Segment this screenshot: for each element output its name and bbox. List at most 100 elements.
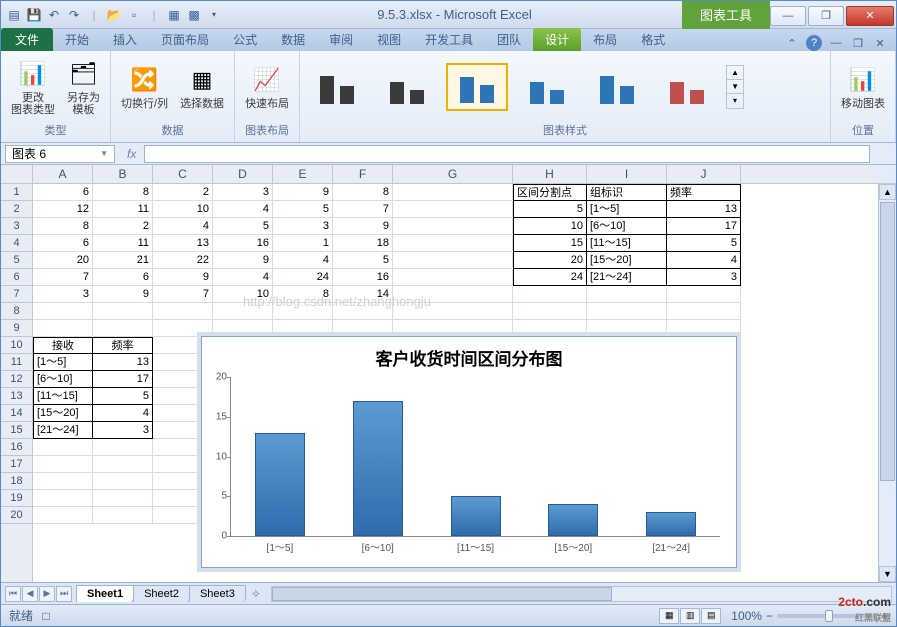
- cell-D7[interactable]: 10: [213, 286, 273, 303]
- chart-bar-2[interactable]: [451, 496, 501, 536]
- cell-A2[interactable]: 12: [33, 201, 93, 218]
- cell-H1[interactable]: 区间分割点: [513, 184, 587, 201]
- row-header-18[interactable]: 18: [1, 473, 32, 490]
- cell-B11[interactable]: 13: [93, 354, 153, 371]
- cell-B3[interactable]: 2: [93, 218, 153, 235]
- cell-E7[interactable]: 8: [273, 286, 333, 303]
- cell-E3[interactable]: 3: [273, 218, 333, 235]
- cell-C5[interactable]: 22: [153, 252, 213, 269]
- sheet-next-icon[interactable]: ▶: [39, 586, 55, 602]
- gallery-more-icon[interactable]: ▾: [727, 94, 743, 108]
- cell-I1[interactable]: 组标识: [587, 184, 667, 201]
- cell-H3[interactable]: 10: [513, 218, 587, 235]
- tab-团队[interactable]: 团队: [485, 28, 533, 51]
- cell-J6[interactable]: 3: [667, 269, 741, 286]
- cell-C7[interactable]: 7: [153, 286, 213, 303]
- sheet-tab-Sheet3[interactable]: Sheet3: [189, 585, 246, 602]
- formula-input[interactable]: [144, 145, 870, 163]
- cell-A15[interactable]: [21～24]: [33, 422, 93, 439]
- redo-icon[interactable]: ↷: [65, 6, 83, 24]
- cell-A14[interactable]: [15～20]: [33, 405, 93, 422]
- chart-bar-1[interactable]: [353, 401, 403, 536]
- cell-B13[interactable]: 5: [93, 388, 153, 405]
- cell-B12[interactable]: 17: [93, 371, 153, 388]
- cell-B14[interactable]: 4: [93, 405, 153, 422]
- doc-minimize-icon[interactable]: —: [828, 35, 844, 51]
- collapse-ribbon-icon[interactable]: ⌃: [784, 35, 800, 51]
- col-header-A[interactable]: A: [33, 165, 93, 183]
- vertical-scrollbar[interactable]: ▲ ▼: [878, 184, 896, 582]
- cell-B5[interactable]: 21: [93, 252, 153, 269]
- save-icon[interactable]: 💾: [25, 6, 43, 24]
- row-header-20[interactable]: 20: [1, 507, 32, 524]
- select-data-button[interactable]: ▦ 选择数据: [176, 62, 228, 112]
- cell-D4[interactable]: 16: [213, 235, 273, 252]
- row-header-6[interactable]: 6: [1, 269, 32, 286]
- cell-C6[interactable]: 9: [153, 269, 213, 286]
- cell-F1[interactable]: 8: [333, 184, 393, 201]
- col-header-J[interactable]: J: [667, 165, 741, 183]
- sheet-last-icon[interactable]: ⏭: [56, 586, 72, 602]
- zoom-slider-thumb[interactable]: [825, 610, 833, 622]
- col-header-C[interactable]: C: [153, 165, 213, 183]
- print-icon[interactable]: ▦: [165, 6, 183, 24]
- row-header-9[interactable]: 9: [1, 320, 32, 337]
- cell-A4[interactable]: 6: [33, 235, 93, 252]
- tab-页面布局[interactable]: 页面布局: [149, 28, 221, 51]
- cell-I4[interactable]: [11～15]: [587, 235, 667, 252]
- cell-J4[interactable]: 5: [667, 235, 741, 252]
- row-header-17[interactable]: 17: [1, 456, 32, 473]
- row-header-5[interactable]: 5: [1, 252, 32, 269]
- move-chart-button[interactable]: 📊 移动图表: [837, 62, 889, 112]
- cell-B1[interactable]: 8: [93, 184, 153, 201]
- horizontal-scrollbar[interactable]: [271, 586, 892, 602]
- cell-B15[interactable]: 3: [93, 422, 153, 439]
- cell-D6[interactable]: 4: [213, 269, 273, 286]
- gallery-down-icon[interactable]: ▼: [727, 80, 743, 94]
- tab-插入[interactable]: 插入: [101, 28, 149, 51]
- embedded-chart[interactable]: 客户收货时间区间分布图 05101520[1～5][6～10][11～15][1…: [201, 336, 737, 568]
- cell-C1[interactable]: 2: [153, 184, 213, 201]
- chart-bar-3[interactable]: [548, 504, 598, 536]
- cell-H5[interactable]: 20: [513, 252, 587, 269]
- chart-style-3-selected[interactable]: [446, 63, 508, 111]
- cell-I6[interactable]: [21～24]: [587, 269, 667, 286]
- chart-style-1[interactable]: [306, 63, 368, 111]
- cell-B6[interactable]: 6: [93, 269, 153, 286]
- cell-F5[interactable]: 5: [333, 252, 393, 269]
- cell-J1[interactable]: 频率: [667, 184, 741, 201]
- cell-F7[interactable]: 14: [333, 286, 393, 303]
- open-icon[interactable]: 📂: [105, 6, 123, 24]
- cell-I2[interactable]: [1～5]: [587, 201, 667, 218]
- switch-row-col-button[interactable]: 🔀 切换行/列: [117, 62, 172, 112]
- preview-icon[interactable]: ▩: [185, 6, 203, 24]
- maximize-icon[interactable]: ❐: [808, 6, 844, 26]
- chart-style-2[interactable]: [376, 63, 438, 111]
- cell-A7[interactable]: 3: [33, 286, 93, 303]
- chart-style-6[interactable]: [656, 63, 718, 111]
- chart-style-5[interactable]: [586, 63, 648, 111]
- zoom-out-icon[interactable]: −: [766, 609, 773, 623]
- col-header-G[interactable]: G: [393, 165, 513, 183]
- tab-公式[interactable]: 公式: [221, 28, 269, 51]
- cell-A5[interactable]: 20: [33, 252, 93, 269]
- cell-H6[interactable]: 24: [513, 269, 587, 286]
- cell-E4[interactable]: 1: [273, 235, 333, 252]
- tab-设计[interactable]: 设计: [533, 28, 581, 51]
- scroll-up-icon[interactable]: ▲: [879, 184, 896, 200]
- row-header-14[interactable]: 14: [1, 405, 32, 422]
- row-header-12[interactable]: 12: [1, 371, 32, 388]
- row-header-3[interactable]: 3: [1, 218, 32, 235]
- row-header-2[interactable]: 2: [1, 201, 32, 218]
- change-chart-type-button[interactable]: 📊 更改 图表类型: [7, 56, 59, 118]
- row-header-4[interactable]: 4: [1, 235, 32, 252]
- row-header-19[interactable]: 19: [1, 490, 32, 507]
- help-icon[interactable]: ?: [806, 35, 822, 51]
- fx-icon[interactable]: fx: [123, 147, 140, 161]
- tab-文件[interactable]: 文件: [1, 28, 53, 51]
- select-all-corner[interactable]: [1, 165, 33, 184]
- tab-视图[interactable]: 视图: [365, 28, 413, 51]
- col-header-H[interactable]: H: [513, 165, 587, 183]
- quick-layout-button[interactable]: 📈 快速布局: [241, 62, 293, 112]
- cell-A11[interactable]: [1～5]: [33, 354, 93, 371]
